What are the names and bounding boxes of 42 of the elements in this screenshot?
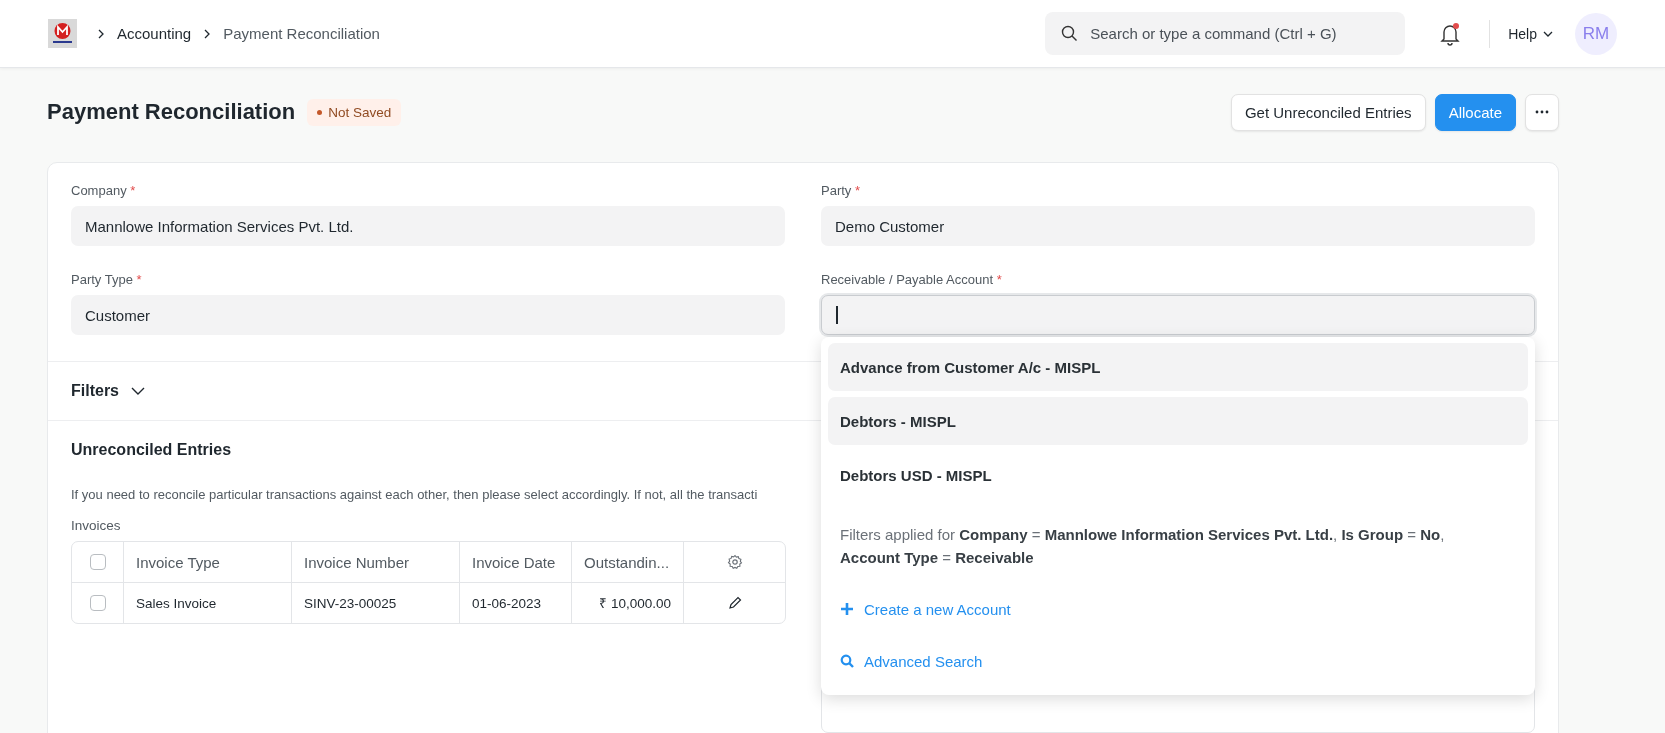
plus-icon — [840, 602, 854, 616]
field-label: Receivable / Payable Account * — [821, 272, 1003, 287]
search-icon — [840, 654, 854, 668]
field-label: Company * — [71, 183, 137, 198]
table-cell: SINV-23-00025 — [291, 583, 459, 623]
column-header: Invoice Number — [291, 542, 459, 582]
filter-note: Filters applied for Company = Mannlowe Information Services Pvt. Ltd., Is Group = No, Account Type = Receivable — [839, 525, 1446, 568]
dropdown-option[interactable]: Debtors USD - MISPL — [828, 451, 1528, 499]
more-icon — [1535, 110, 1549, 114]
logo-icon[interactable] — [48, 19, 77, 48]
status-badge: Not Saved — [307, 98, 402, 126]
column-header: Outstandin... — [571, 542, 683, 582]
search-field[interactable]: Search or type a command (Ctrl + G) — [1045, 12, 1406, 55]
table-cell: 01-06-2023 — [459, 583, 571, 623]
page-title: Payment Reconciliation — [47, 99, 296, 125]
input-field[interactable]: Customer — [71, 295, 785, 335]
checkbox[interactable] — [89, 554, 106, 570]
chevron-icon — [131, 387, 145, 395]
breadcrumb-link[interactable]: Accounting — [117, 25, 192, 42]
table-label: Invoices — [71, 518, 122, 533]
field-label: Party * — [821, 183, 862, 198]
table-cell: Sales Invoice — [123, 583, 291, 623]
input-field[interactable]: Mannlowe Information Services Pvt. Ltd. — [71, 206, 785, 246]
input-field[interactable] — [821, 295, 1535, 335]
get-entries-button[interactable]: Get Unreconciled Entries — [1230, 93, 1426, 131]
edit-icon[interactable] — [727, 596, 742, 610]
input-field[interactable]: Demo Customer — [821, 206, 1535, 246]
column-header: Invoice Date — [459, 542, 571, 582]
breadcrumb-link[interactable]: Payment Reconciliation — [223, 25, 380, 42]
filters-toggle[interactable]: Filters — [71, 382, 145, 400]
section-title: Unreconciled Entries — [71, 441, 233, 459]
field-label: Party Type * — [71, 272, 143, 287]
checkbox[interactable] — [89, 595, 106, 611]
dropdown-option[interactable]: Advance from Customer A/c - MISPL — [828, 343, 1528, 391]
table-cell: ₹ 10,000.00 — [571, 583, 683, 623]
search-icon — [1061, 25, 1079, 42]
column-header: Invoice Type — [123, 542, 291, 582]
help-menu[interactable]: Help — [1508, 25, 1553, 42]
chevron-down-icon — [1543, 30, 1553, 37]
settings-icon[interactable] — [726, 554, 743, 570]
dropdown-option[interactable]: Debtors - MISPL — [828, 397, 1528, 445]
section-description: If you need to reconcile particular transactions against each other, then please select accordingly. If not, all the transacti — [71, 487, 759, 502]
